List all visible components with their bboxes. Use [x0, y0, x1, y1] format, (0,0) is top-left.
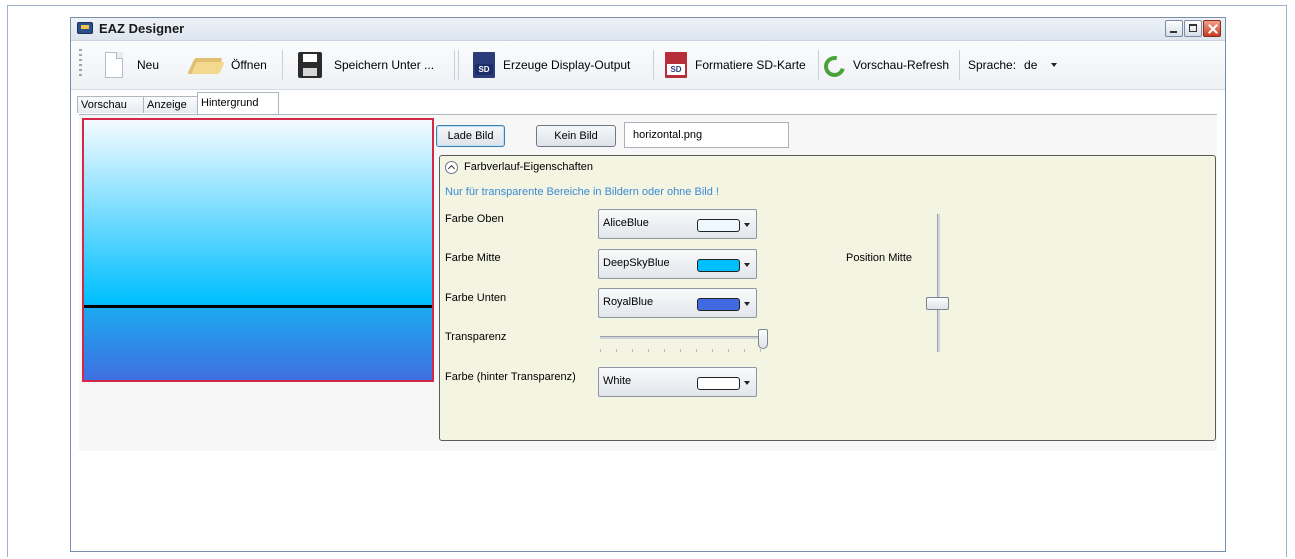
refresh-label: Vorschau-Refresh: [853, 58, 950, 72]
gradient-properties-group: Farbverlauf-Eigenschaften Nur für transp…: [439, 155, 1216, 441]
behind-color-label: Farbe (hinter Transparenz): [445, 371, 576, 383]
color-mid-select[interactable]: DeepSkyBlue: [598, 249, 757, 279]
background-preview: [82, 118, 434, 382]
toolbar-separator: [818, 50, 819, 80]
toolbar-separator: [959, 50, 960, 80]
transparency-slider-track[interactable]: [600, 336, 765, 339]
open-button[interactable]: Öffnen: [189, 41, 267, 89]
app-window: EAZ Designer Neu Öffnen Speichern Unter …: [70, 17, 1226, 552]
image-filename-field[interactable]: horizontal.png: [624, 122, 789, 148]
toolbar: Neu Öffnen Speichern Unter ... SD Erzeug…: [71, 41, 1225, 90]
tab-content: Lade Bild Kein Bild horizontal.png Farbv…: [79, 114, 1217, 451]
color-swatch: [697, 377, 740, 390]
format-sd-button[interactable]: SD Formatiere SD-Karte: [665, 41, 806, 89]
language-label: Sprache:: [968, 58, 1017, 72]
minimize-button[interactable]: [1165, 20, 1183, 37]
behind-color-value: White: [603, 375, 632, 387]
color-top-select[interactable]: AliceBlue: [598, 209, 757, 239]
color-mid-value: DeepSkyBlue: [603, 257, 670, 269]
format-sd-label: Formatiere SD-Karte: [695, 58, 806, 72]
load-image-button[interactable]: Lade Bild: [436, 125, 505, 147]
color-top-value: AliceBlue: [603, 217, 649, 229]
gradient-header[interactable]: Farbverlauf-Eigenschaften: [464, 161, 593, 173]
sd-icon-text: SD: [667, 64, 685, 75]
save-as-button[interactable]: Speichern Unter ...: [298, 41, 434, 89]
save-as-label: Speichern Unter ...: [334, 58, 435, 72]
tab-hintergrund[interactable]: Hintergrund: [197, 92, 279, 114]
chevron-down-icon: [744, 223, 750, 227]
folder-icon: [189, 54, 223, 76]
chevron-down-icon: [744, 381, 750, 385]
close-button[interactable]: [1203, 20, 1221, 37]
transparency-slider-thumb[interactable]: [758, 329, 768, 349]
sd-icon-text: SD: [475, 64, 493, 75]
generate-output-button[interactable]: SD Erzeuge Display-Output: [473, 41, 630, 89]
new-document-icon: [105, 52, 123, 78]
color-bottom-value: RoyalBlue: [603, 296, 654, 308]
preview-middle-line: [84, 305, 432, 308]
generate-output-label: Erzeuge Display-Output: [503, 58, 631, 72]
color-swatch: [697, 298, 740, 311]
transparency-note: Nur für transparente Bereiche in Bildern…: [445, 186, 719, 198]
new-label: Neu: [137, 58, 160, 72]
color-swatch: [697, 219, 740, 232]
transparency-label: Transparenz: [445, 331, 507, 343]
transparency-slider-ticks: [600, 349, 765, 352]
language-value: de: [1024, 58, 1038, 72]
floppy-disk-icon: [298, 52, 322, 78]
behind-color-select[interactable]: White: [598, 367, 757, 397]
refresh-icon: [823, 54, 845, 76]
maximize-button[interactable]: [1184, 20, 1202, 37]
toolbar-separator: [458, 50, 459, 80]
open-label: Öffnen: [231, 58, 267, 72]
color-bottom-select[interactable]: RoyalBlue: [598, 288, 757, 318]
color-swatch: [697, 259, 740, 272]
sd-card-icon: SD: [473, 52, 495, 78]
language-selector[interactable]: Sprache: de: [968, 41, 1058, 89]
color-bottom-label: Farbe Unten: [445, 292, 507, 304]
tab-vorschau[interactable]: Vorschau: [77, 96, 144, 113]
toolbar-separator: [653, 50, 654, 80]
chevron-down-icon: [744, 302, 750, 306]
color-mid-label: Farbe Mitte: [445, 252, 501, 264]
chevron-down-icon: [744, 263, 750, 267]
chevron-down-icon: [1051, 63, 1058, 67]
position-mid-slider-track[interactable]: [937, 214, 940, 352]
toolbar-separator: [454, 50, 455, 80]
window-title: EAZ Designer: [99, 21, 185, 36]
position-mid-slider-thumb[interactable]: [926, 297, 949, 310]
new-button[interactable]: Neu: [105, 41, 159, 89]
collapse-icon[interactable]: [445, 161, 458, 174]
tab-anzeige[interactable]: Anzeige: [143, 96, 198, 113]
app-icon: [77, 22, 93, 34]
position-mid-label: Position Mitte: [846, 252, 913, 264]
refresh-button[interactable]: Vorschau-Refresh: [823, 41, 949, 89]
toolbar-separator: [282, 50, 283, 80]
color-top-label: Farbe Oben: [445, 213, 504, 225]
title-bar[interactable]: EAZ Designer: [71, 18, 1225, 41]
sd-card-icon: SD: [665, 52, 687, 78]
toolbar-grip[interactable]: [79, 49, 82, 79]
no-image-button[interactable]: Kein Bild: [536, 125, 616, 147]
